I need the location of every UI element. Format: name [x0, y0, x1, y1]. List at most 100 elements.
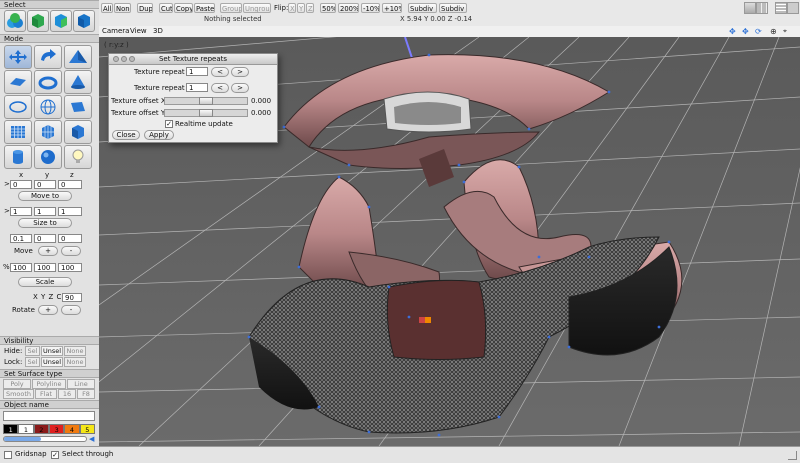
size-to-button[interactable]: Size to — [18, 218, 72, 228]
view-menu[interactable]: View — [130, 27, 147, 36]
select-all-objects-icon[interactable] — [4, 10, 26, 32]
torus-tool-icon[interactable] — [34, 70, 62, 94]
cube-grid-tool-icon[interactable] — [34, 120, 62, 144]
flip-z-button[interactable]: Z — [306, 3, 314, 13]
surface-16-button[interactable]: 16 — [58, 389, 76, 399]
zoom-window-icon[interactable] — [129, 56, 135, 62]
light-tool-icon[interactable] — [64, 145, 92, 169]
rotate-angle-field[interactable]: 90 — [62, 293, 82, 302]
scale-button[interactable]: Scale — [18, 277, 72, 287]
zoom-200-button[interactable]: 200% — [338, 3, 359, 13]
lock-unselected-button[interactable]: Unsel — [41, 357, 63, 367]
pyramid-tool-icon[interactable] — [64, 45, 92, 69]
3d-menu[interactable]: 3D — [153, 27, 163, 36]
wire-box-tool-icon[interactable] — [64, 95, 92, 119]
repeat-y-increase-button[interactable]: > — [231, 83, 249, 93]
surface-flat-button[interactable]: Flat — [35, 389, 57, 399]
surface-smooth-button[interactable]: Smooth — [3, 389, 34, 399]
select-object-icon[interactable] — [27, 10, 49, 32]
repeat-y-field[interactable]: 1 — [186, 83, 208, 92]
flip-x-button[interactable]: X — [288, 3, 296, 13]
hide-unselected-button[interactable]: Unsel — [41, 346, 63, 356]
layout-split-icon[interactable] — [756, 2, 768, 14]
color-swatch[interactable]: 5 — [79, 424, 95, 434]
plane-tool-icon[interactable] — [4, 70, 32, 94]
size-x-field[interactable]: 1 — [10, 207, 32, 216]
move-plus-button[interactable]: + — [38, 246, 58, 256]
step-x-field[interactable]: 0.1 — [10, 234, 32, 243]
repeat-y-decrease-button[interactable]: < — [211, 83, 229, 93]
paste-button[interactable]: Paste — [194, 3, 215, 13]
flip-y-button[interactable]: Y — [297, 3, 305, 13]
subdiv-minus-button[interactable]: Subdiv - — [439, 3, 467, 13]
color-swatch[interactable]: 1 — [18, 424, 34, 434]
subdiv-plus-button[interactable]: Subdiv + — [408, 3, 437, 13]
apply-button[interactable]: Apply — [144, 130, 174, 140]
grid-tool-icon[interactable] — [4, 120, 32, 144]
surface-poly-button[interactable]: Poly — [3, 379, 31, 389]
offset-x-slider[interactable] — [164, 97, 248, 105]
zoom-view-icon[interactable]: ⊕ — [770, 27, 777, 36]
select-through-checkbox[interactable]: ✓ — [51, 451, 59, 459]
cone-tool-icon[interactable] — [64, 70, 92, 94]
layout-single-icon[interactable] — [744, 2, 756, 14]
dialog-title-bar[interactable]: Set Texture repeats — [109, 54, 277, 65]
surface-polyline-button[interactable]: Polyline — [32, 379, 66, 389]
color-swatch[interactable]: 1 — [3, 424, 19, 434]
select-all-button[interactable]: All — [101, 3, 113, 13]
gridsnap-checkbox[interactable] — [4, 451, 12, 459]
group-button[interactable]: Group — [220, 3, 242, 13]
minimize-window-icon[interactable] — [121, 56, 127, 62]
select-none-button[interactable]: None — [114, 3, 131, 13]
move-to-button[interactable]: Move to — [18, 191, 72, 201]
ungroup-button[interactable]: Ungroup — [243, 3, 271, 13]
camera-view-icon[interactable]: ⌖ — [783, 27, 787, 36]
rotate-axes-selector[interactable]: X Y Z C — [33, 293, 62, 302]
move-z-field[interactable]: 0 — [58, 180, 82, 189]
repeat-x-decrease-button[interactable]: < — [211, 67, 229, 77]
rotate-tool-icon[interactable] — [34, 45, 62, 69]
offset-y-slider[interactable] — [164, 109, 248, 117]
close-window-icon[interactable] — [113, 56, 119, 62]
duplicate-button[interactable]: Dup — [137, 3, 153, 13]
scale-x-field[interactable]: 100 — [10, 263, 32, 272]
color-swatch[interactable]: 4 — [64, 424, 80, 434]
zoom-plus-10-button[interactable]: +10% — [382, 3, 402, 13]
repeat-x-increase-button[interactable]: > — [231, 67, 249, 77]
cube-tool-icon[interactable] — [64, 120, 92, 144]
select-face-icon[interactable] — [50, 10, 72, 32]
layout-grid-icon[interactable] — [775, 2, 787, 14]
lock-none-button[interactable]: None — [64, 357, 86, 367]
orbit-icon[interactable]: ✥ — [742, 27, 749, 36]
surface-line-button[interactable]: Line — [67, 379, 95, 389]
scale-y-field[interactable]: 100 — [34, 263, 56, 272]
move-y-field[interactable]: 0 — [34, 180, 56, 189]
ring-tool-icon[interactable] — [4, 95, 32, 119]
zoom-minus-10-button[interactable]: -10% — [361, 3, 380, 13]
surface-f8-button[interactable]: F8 — [77, 389, 95, 399]
repeat-x-field[interactable]: 1 — [186, 67, 208, 76]
layout-quad-icon[interactable] — [787, 2, 799, 14]
hide-selected-button[interactable]: Sel — [25, 346, 40, 356]
wire-sphere-tool-icon[interactable] — [34, 95, 62, 119]
close-button[interactable]: Close — [112, 130, 140, 140]
step-y-field[interactable]: 0 — [34, 234, 56, 243]
move-tool-icon[interactable] — [4, 45, 32, 69]
cylinder-tool-icon[interactable] — [4, 145, 32, 169]
hide-none-button[interactable]: None — [64, 346, 86, 356]
slider-track[interactable] — [3, 436, 87, 442]
object-name-input[interactable] — [3, 411, 95, 421]
camera-menu[interactable]: Camera — [102, 27, 129, 36]
move-x-field[interactable]: 0 — [10, 180, 32, 189]
offset-x-slider-thumb[interactable] — [199, 97, 213, 105]
cut-button[interactable]: Cut — [159, 3, 173, 13]
slider-arrow-icon[interactable]: ◀ — [89, 435, 94, 443]
color-swatch[interactable]: 2 — [33, 424, 49, 434]
move-minus-button[interactable]: - — [61, 246, 81, 256]
zoom-50-button[interactable]: 50% — [320, 3, 336, 13]
step-z-field[interactable]: 0 — [58, 234, 82, 243]
copy-button[interactable]: Copy — [174, 3, 193, 13]
lock-selected-button[interactable]: Sel — [25, 357, 40, 367]
rotate-view-icon[interactable]: ⟳ — [755, 27, 762, 36]
resize-grip-icon[interactable] — [788, 451, 797, 460]
